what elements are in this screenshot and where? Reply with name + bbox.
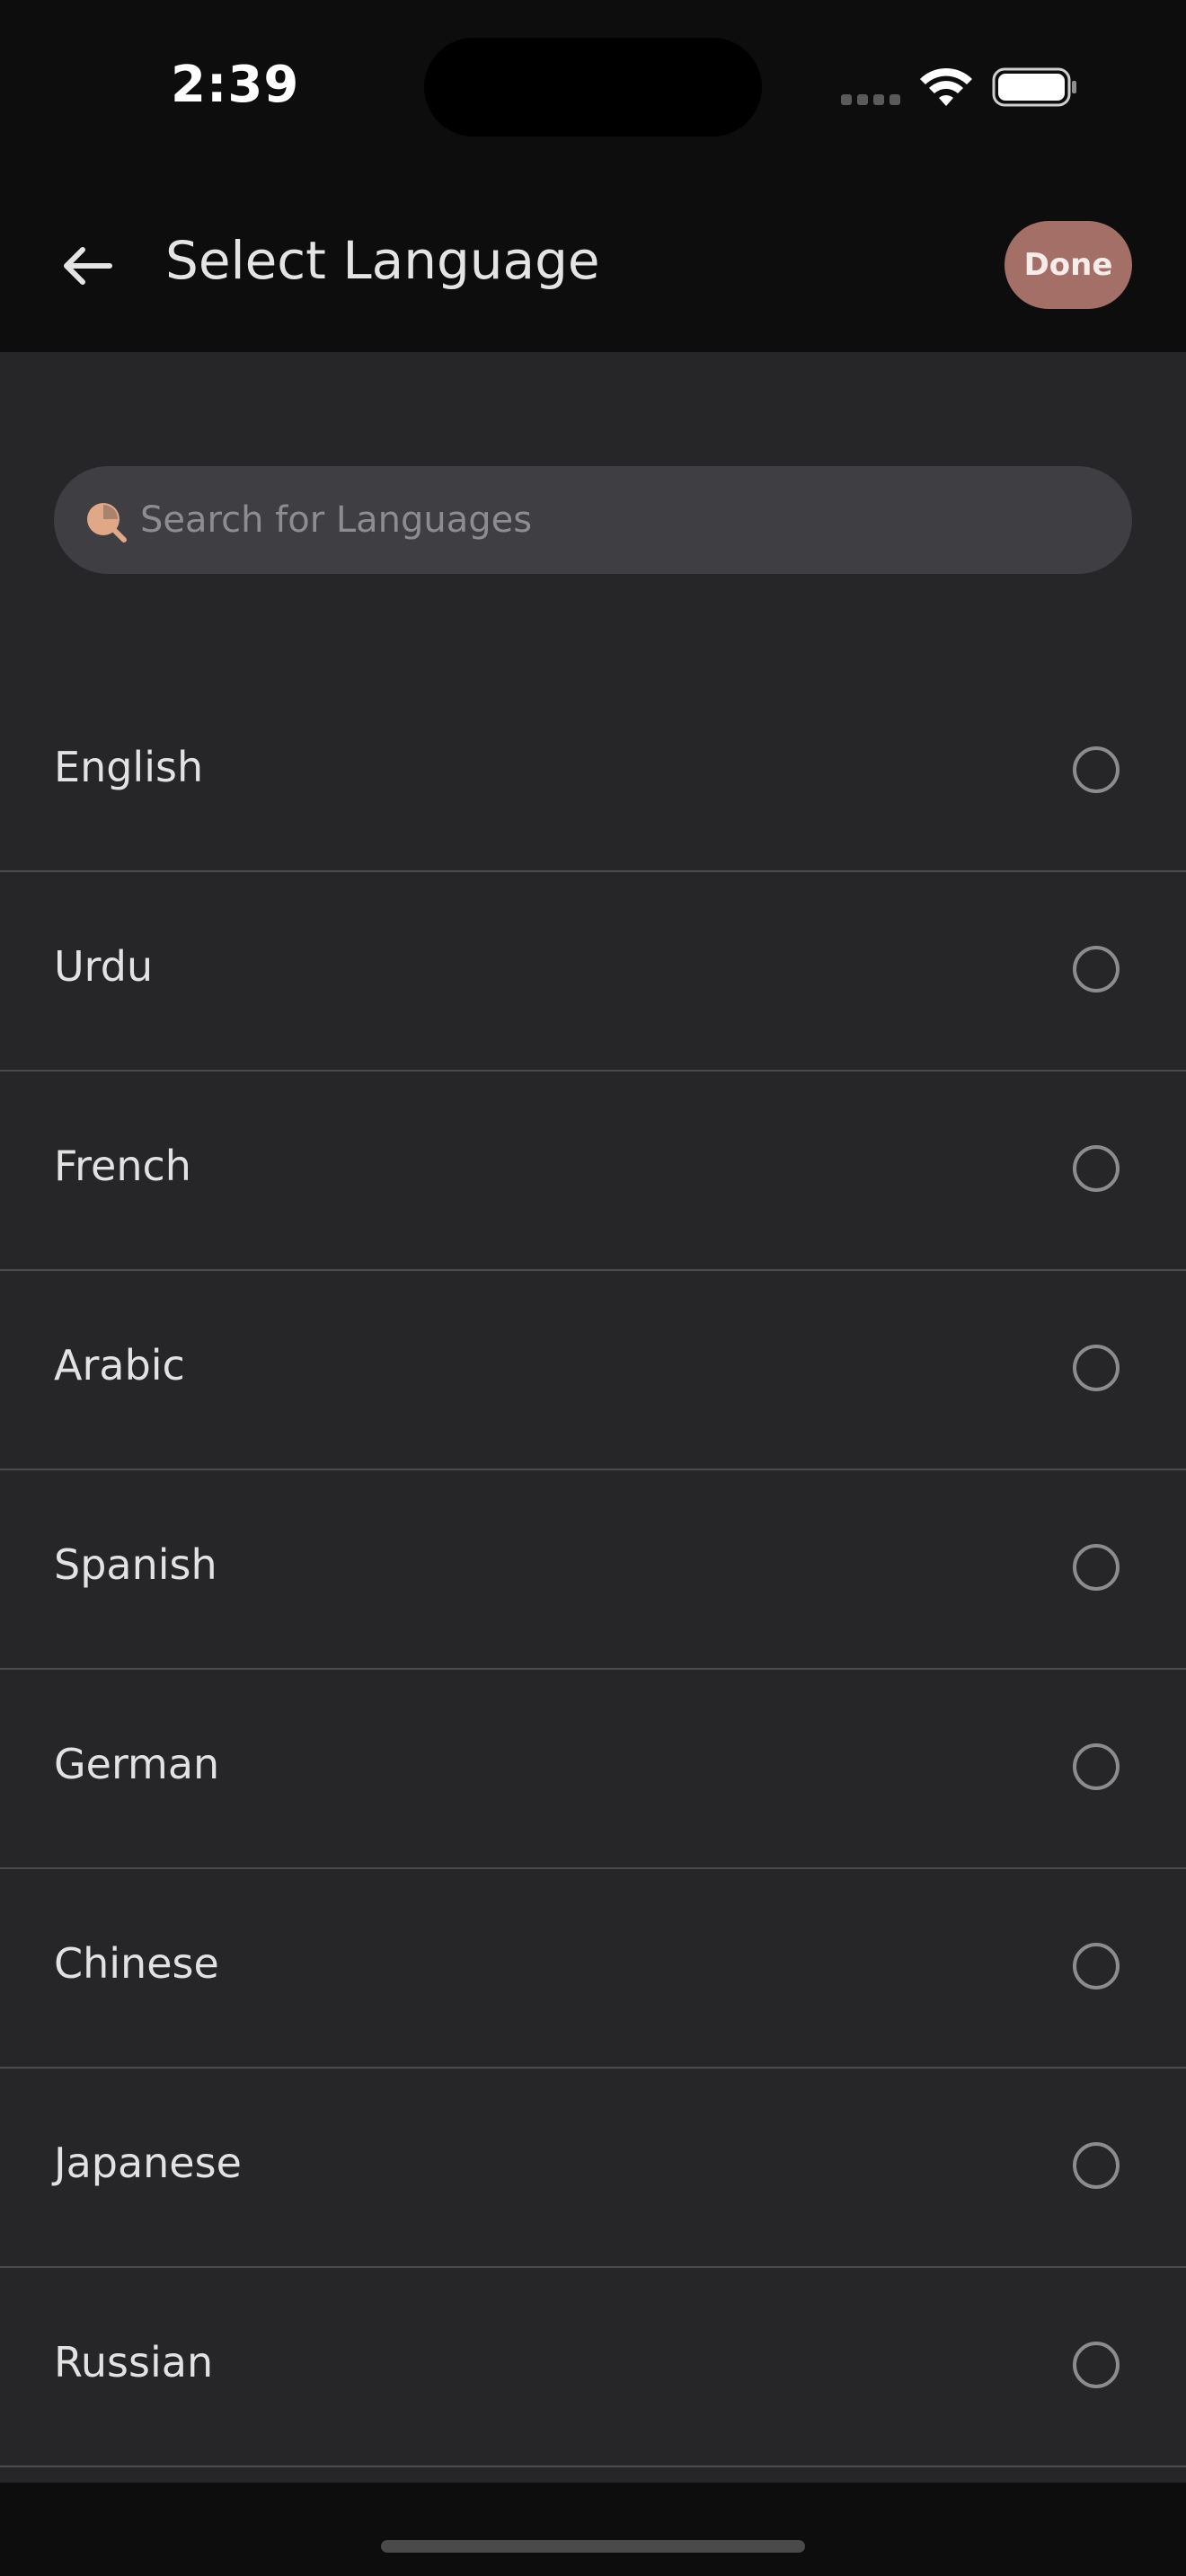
radio-button[interactable] bbox=[1073, 1544, 1120, 1591]
language-item-russian[interactable]: Russian bbox=[0, 2268, 1186, 2467]
radio-button[interactable] bbox=[1073, 1345, 1120, 1391]
arrow-left-icon bbox=[64, 247, 112, 285]
language-list: English Urdu French Arabic Spanish Germa… bbox=[0, 673, 1186, 2467]
done-button[interactable]: Done bbox=[1005, 221, 1132, 309]
status-time: 2:39 bbox=[171, 56, 300, 114]
language-item-japanese[interactable]: Japanese bbox=[0, 2069, 1186, 2268]
language-label: Urdu bbox=[54, 942, 154, 991]
language-label: Spanish bbox=[54, 1540, 217, 1589]
radio-button[interactable] bbox=[1073, 946, 1120, 992]
language-item-french[interactable]: French bbox=[0, 1072, 1186, 1271]
language-item-arabic[interactable]: Arabic bbox=[0, 1271, 1186, 1470]
app-header: Select Language Done bbox=[0, 180, 1186, 352]
language-label: Russian bbox=[54, 2338, 214, 2386]
search-input[interactable] bbox=[140, 466, 1093, 574]
radio-button[interactable] bbox=[1073, 1743, 1120, 1790]
language-item-german[interactable]: German bbox=[0, 1670, 1186, 1869]
language-item-english[interactable]: English bbox=[0, 673, 1186, 872]
radio-button[interactable] bbox=[1073, 2142, 1120, 2189]
home-indicator[interactable] bbox=[381, 2540, 805, 2553]
language-item-chinese[interactable]: Chinese bbox=[0, 1869, 1186, 2069]
language-label: English bbox=[54, 743, 204, 791]
battery-icon bbox=[992, 67, 1076, 107]
cellular-signal-icon bbox=[841, 94, 900, 105]
language-content: English Urdu French Arabic Spanish Germa… bbox=[0, 352, 1186, 2483]
radio-button[interactable] bbox=[1073, 1943, 1120, 1989]
back-button[interactable] bbox=[50, 234, 122, 298]
search-box[interactable] bbox=[54, 466, 1132, 574]
language-label: French bbox=[54, 1142, 191, 1190]
language-label: Chinese bbox=[54, 1939, 219, 1988]
language-label: Japanese bbox=[54, 2139, 242, 2187]
language-item-spanish[interactable]: Spanish bbox=[0, 1470, 1186, 1670]
radio-button[interactable] bbox=[1073, 1145, 1120, 1192]
radio-button[interactable] bbox=[1073, 746, 1120, 793]
home-indicator-area bbox=[0, 2483, 1186, 2576]
language-label: German bbox=[54, 1740, 220, 1788]
wifi-icon bbox=[920, 67, 972, 106]
language-label: Arabic bbox=[54, 1341, 185, 1389]
language-item-urdu[interactable]: Urdu bbox=[0, 872, 1186, 1072]
status-bar: 2:39 bbox=[0, 0, 1186, 180]
dynamic-island bbox=[424, 38, 762, 137]
page-title: Select Language bbox=[165, 230, 600, 291]
search-icon bbox=[87, 503, 127, 543]
radio-button[interactable] bbox=[1073, 2342, 1120, 2388]
